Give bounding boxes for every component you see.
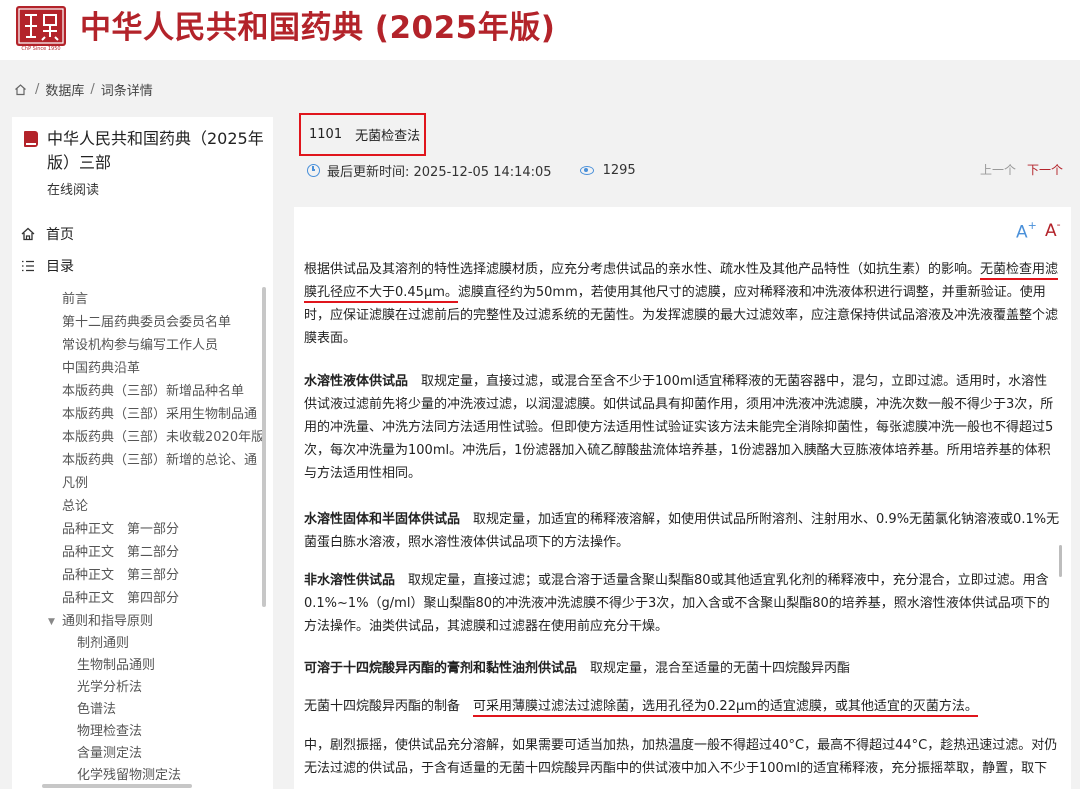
section-heading: 水溶性固体和半固体供试品 — [304, 512, 461, 527]
caret-down-icon[interactable]: ▼ — [48, 611, 58, 633]
breadcrumb-entry-detail: 词条详情 — [100, 83, 153, 99]
logo-caption: ChP Since 1950 — [21, 46, 61, 52]
paragraph-ointment: 可溶于十四烷酸异丙酯的膏剂和黏性油剂供试品 取规定量，混合至适量的无菌十四烷酸异… — [304, 657, 1060, 680]
clock-icon — [307, 163, 320, 177]
entry-content: A+ A- 根据供试品及其溶剂的特性选择滤膜材质，应充分考虑供试品的亲水性、疏水… — [294, 207, 1071, 789]
sidebar-horizontal-scrollbar[interactable] — [42, 784, 192, 788]
toc-subitem[interactable]: 光学分析法 — [77, 677, 262, 699]
font-increase-button[interactable]: A+ — [1016, 219, 1037, 243]
entry-title: 1101 无菌检查法 — [299, 113, 426, 156]
list-icon — [20, 258, 36, 274]
sidebar-scrollbar[interactable] — [262, 287, 266, 607]
paragraph-text: 取规定量，混合至适量的无菌十四烷酸异丙酯 — [590, 661, 851, 676]
breadcrumb-database[interactable]: 数据库 — [45, 80, 84, 99]
paragraph-intro: 根据供试品及其溶剂的特性选择滤膜材质，应充分考虑供试品的亲水性、疏水性及其他产品… — [304, 258, 1060, 350]
entry-meta: 最后更新时间: 2025-12-05 14:14:05 1295 — [307, 160, 636, 180]
toc-item[interactable]: 第十二届药典委员会委员名单 — [62, 312, 262, 334]
toc-item[interactable]: 品种正文 第三部分 — [62, 565, 262, 587]
toc-item[interactable]: 本版药典（三部）新增的总论、通 — [62, 450, 262, 472]
paragraph-aqueous-liquid: 水溶性液体供试品 取规定量，直接过滤，或混合至含不少于100ml适宜稀释液的无菌… — [304, 370, 1060, 485]
book-icon — [24, 131, 38, 147]
toc-item[interactable]: 品种正文 第一部分 — [62, 519, 262, 541]
book-title[interactable]: 中华人民共和国药典（2025年版）三部 — [47, 127, 273, 175]
toc-subitem[interactable]: 物理检查法 — [77, 721, 262, 743]
seal-icon — [16, 6, 66, 46]
last-updated: 最后更新时间: 2025-12-05 14:14:05 — [327, 164, 552, 180]
toc-item-expanded[interactable]: 通则和指导原则 — [62, 611, 262, 633]
breadcrumb-separator: / — [35, 81, 40, 97]
paragraph-text: 中，剧烈振摇，使供试品充分溶解，如果需要可适当加热，加热温度一般不得超过40°C… — [304, 738, 1058, 776]
toc-item[interactable]: 常设机构参与编写工作人员 — [62, 335, 262, 357]
highlighted-text: 可采用薄膜过滤法过滤除菌，选用孔径为0.22μm的适宜滤膜，或其他适宜的灭菌方法… — [473, 699, 978, 717]
paragraph-text: 取规定量，直接过滤；或混合溶于适量含聚山梨酯80或其他适宜乳化剂的稀释液中，充分… — [304, 573, 1050, 634]
toc-item[interactable]: 中国药典沿革 — [62, 358, 262, 380]
nav-home-label: 首页 — [46, 227, 74, 243]
toc-item[interactable]: 前言 — [62, 289, 262, 311]
toc-item[interactable]: 凡例 — [62, 473, 262, 495]
toc-item[interactable]: 本版药典（三部）采用生物制品通 — [62, 404, 262, 426]
toc-subitem[interactable]: 生物制品通则 — [77, 655, 262, 677]
plus-icon: + — [1027, 219, 1037, 232]
entry-code: 1101 — [309, 127, 343, 142]
paragraph-non-aqueous: 非水溶性供试品 取规定量，直接过滤；或混合溶于适量含聚山梨酯80或其他适宜乳化剂… — [304, 569, 1060, 638]
paragraph-ipm-preparation: 无菌十四烷酸异丙酯的制备 可采用薄膜过滤法过滤除菌，选用孔径为0.22μm的适宜… — [304, 695, 1060, 718]
content-scrollbar[interactable] — [1059, 545, 1062, 577]
eye-icon — [579, 165, 594, 175]
site-header: ChP Since 1950 中华人民共和国药典 (2025年版) — [0, 0, 1080, 60]
paragraph-text: 取规定量，直接过滤，或混合至含不少于100ml适宜稀释液的无菌容器中，混匀，立即… — [304, 374, 1054, 481]
view-count: 1295 — [602, 162, 636, 178]
site-title: 中华人民共和国药典 (2025年版) — [80, 10, 556, 46]
toc-item[interactable]: 品种正文 第二部分 — [62, 542, 262, 564]
paragraph-text: 无菌十四烷酸异丙酯的制备 — [304, 699, 461, 714]
breadcrumb: / 数据库 / 词条详情 — [14, 79, 153, 99]
breadcrumb-separator: / — [90, 81, 95, 97]
font-decrease-button[interactable]: A- — [1045, 218, 1061, 243]
toc-subitem[interactable]: 色谱法 — [77, 699, 262, 721]
home-icon — [20, 226, 36, 242]
prev-entry-link[interactable]: 上一个 — [980, 161, 1016, 178]
font-increase-label: A — [1016, 222, 1028, 243]
font-decrease-label: A — [1045, 221, 1057, 241]
section-heading: 水溶性液体供试品 — [304, 374, 409, 389]
toc-item[interactable]: 品种正文 第四部分 — [62, 588, 262, 610]
paragraph-text: 根据供试品及其溶剂的特性选择滤膜材质，应充分考虑供试品的亲水性、疏水性及其他产品… — [304, 262, 981, 277]
minus-icon: - — [1056, 218, 1061, 231]
toc-subitem[interactable]: 制剂通则 — [77, 633, 262, 655]
toc-item[interactable]: 本版药典（三部）新增品种名单 — [62, 381, 262, 403]
nav-toc-label: 目录 — [46, 259, 74, 275]
paragraph-continuation: 中，剧烈振摇，使供试品充分溶解，如果需要可适当加热，加热温度一般不得超过40°C… — [304, 734, 1060, 780]
entry-pager: 上一个 下一个 — [980, 160, 1063, 178]
nav-toc[interactable]: 目录 — [20, 255, 74, 277]
highlighted-text: 无菌检查用 — [980, 262, 1046, 280]
section-heading: 非水溶性供试品 — [304, 573, 396, 588]
sidebar: 中华人民共和国药典（2025年版）三部 在线阅读 首页 目录 前言 第十二届药典… — [12, 117, 273, 789]
nav-home[interactable]: 首页 — [20, 223, 74, 245]
toc-item[interactable]: 总论 — [62, 496, 262, 518]
toc-subitem[interactable]: 含量测定法 — [77, 743, 262, 765]
entry-name: 无菌检查法 — [355, 129, 421, 144]
next-entry-link[interactable]: 下一个 — [1027, 161, 1063, 178]
book-subtitle: 在线阅读 — [47, 183, 100, 198]
section-heading: 可溶于十四烷酸异丙酯的膏剂和黏性油剂供试品 — [304, 661, 578, 676]
paragraph-aqueous-solid: 水溶性固体和半固体供试品 取规定量，加适宜的稀释液溶解，如使用供试品所附溶剂、注… — [304, 508, 1060, 554]
toc-item[interactable]: 本版药典（三部）未收载2020年版 — [62, 427, 262, 449]
site-logo[interactable]: ChP Since 1950 — [16, 6, 66, 54]
home-icon[interactable] — [14, 83, 27, 96]
